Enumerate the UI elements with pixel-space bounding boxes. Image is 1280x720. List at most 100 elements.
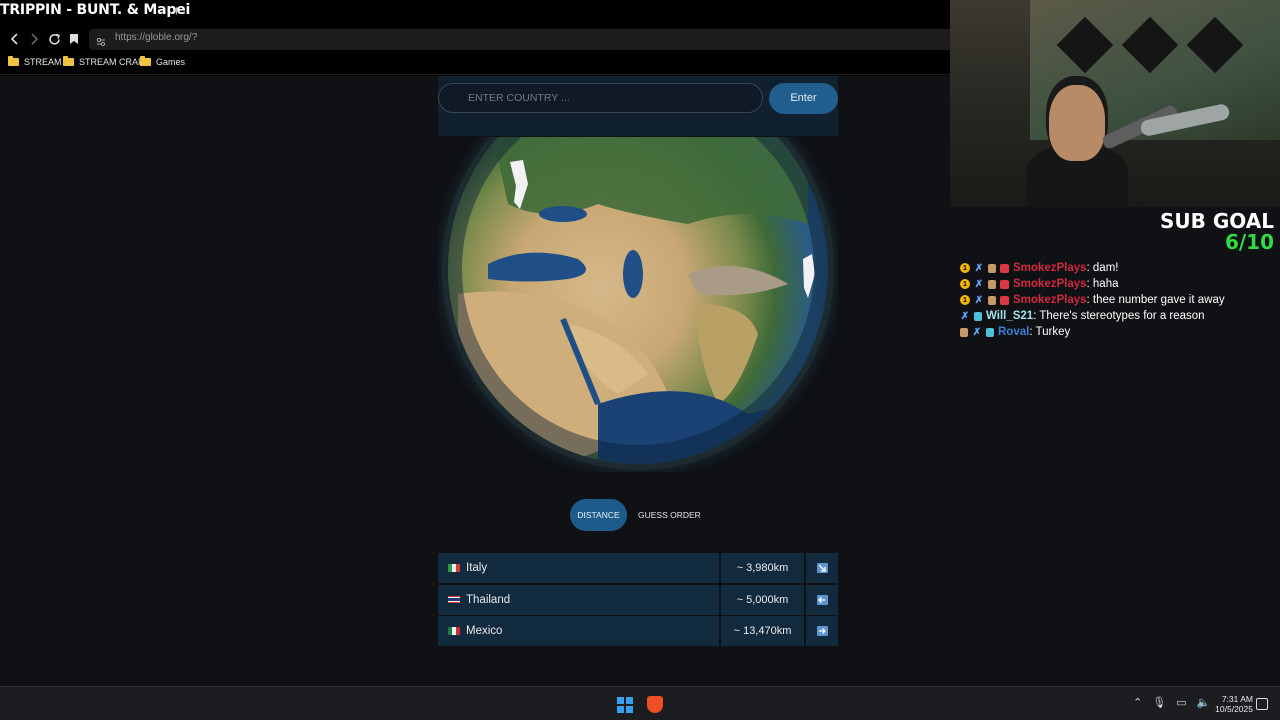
page-background [950,440,1280,686]
folder-icon [140,56,151,66]
taskbar: ⌃ 🎙 ▭ 🔈 7:31 AM 10/5/2025 [0,686,1280,720]
sword-badge-icon: ✗ [974,262,984,274]
tab-distance[interactable]: DISTANCE [570,499,627,531]
forward-icon[interactable] [25,30,43,48]
sub-badge-icon [960,327,968,337]
chat-text: : haha [1086,278,1119,290]
globe[interactable] [448,137,828,464]
guess-distance: ~ 3,980km [721,553,804,583]
mod-badge-icon [1000,295,1009,305]
chat-text: : dam! [1086,262,1119,274]
guess-country: Thailand [466,593,511,606]
url-text: https://globle.org/? [115,32,198,43]
sword-badge-icon: ✗ [974,278,984,290]
bookmarks-bar: STREAM STREAM CRAP Games [0,53,950,75]
bookmark-icon[interactable] [65,30,83,48]
screen: TRIPPIN - BUNT. & Mapei + https://globle… [0,0,1280,720]
thailand-flag-icon [448,595,460,604]
guess-country: Italy [466,562,488,574]
guess-distance: ~ 5,000km [721,584,804,615]
bookmark-label: STREAM [24,57,62,67]
arrow-left-icon [816,594,828,605]
notification-icon[interactable] [1256,698,1268,710]
clock[interactable]: 7:31 AM 10/5/2025 [1207,694,1253,714]
mod-badge-icon [1000,279,1009,289]
sword-badge-icon: ✗ [960,310,970,322]
chat-user: Roval [998,326,1030,338]
chat-message: 1 ✗ SmokezPlays: dam! [960,260,1278,276]
arrow-right-icon [816,626,828,636]
mexico-flag-icon [448,627,460,635]
chat-message: 1 ✗ SmokezPlays: thee number gave it awa… [960,292,1278,308]
guess-row: Mexico ~ 13,470km [438,616,838,648]
microphone-icon[interactable]: 🎙 [1152,696,1166,709]
system-tray: ⌃ 🎙 ▭ 🔈 [1133,696,1210,709]
bookmark-label: STREAM CRAP [79,57,145,67]
chat-text: : There's stereotypes for a reason [1033,310,1205,322]
brave-browser-icon[interactable] [647,696,663,713]
clock-date: 10/5/2025 [1215,704,1253,714]
guess-list: Italy ~ 3,980km Thailand ~ 5,000km Mexic… [438,553,838,648]
sub-goal-count: 6/10 [1224,230,1274,254]
chat-message: ✗ Will_S21: There's stereotypes for a re… [960,308,1278,324]
bookmark-stream[interactable]: STREAM [8,56,62,67]
bookmark-games[interactable]: Games [140,56,186,67]
bookmark-label: Games [156,57,186,67]
sub-badge-icon [988,279,996,289]
sword-badge-icon: ✗ [972,326,982,338]
arrow-down-right-icon [816,563,828,573]
guess-country-cell: Thailand [438,584,719,615]
site-settings-icon[interactable] [96,34,106,52]
stream-overlay: SUB GOAL 6/10 1 ✗ SmokezPlays: dam! 1 ✗ … [950,207,1280,440]
webcam-feed [950,0,1280,207]
country-input[interactable]: ENTER COUNTRY ... [438,83,763,113]
chat-user: SmokezPlays [1013,262,1087,274]
folder-icon [63,56,74,66]
chat-text: : thee number gave it away [1086,294,1225,306]
guess-form: ENTER COUNTRY ... Enter [438,76,838,136]
guess-row: Thailand ~ 5,000km [438,584,838,617]
sword-badge-icon: ✗ [974,294,984,306]
browser-nav-bar: https://globle.org/? [0,26,950,53]
clock-time: 7:31 AM [1221,694,1253,704]
folder-icon [8,56,19,66]
chat-user: Will_S21 [986,310,1034,322]
tab-guess-order[interactable]: GUESS ORDER [638,499,701,531]
vip-badge-icon [986,327,994,337]
guess-distance: ~ 13,470km [721,616,804,646]
chat-message: ✗ Roval: Turkey [960,324,1278,340]
globe-viewport[interactable] [438,137,838,472]
guess-country: Mexico [466,625,503,637]
chevron-up-icon[interactable]: ⌃ [1133,696,1142,709]
chat-message: 1 ✗ SmokezPlays: haha [960,276,1278,292]
reload-icon[interactable] [45,30,63,48]
sub-goal-label: SUB GOAL [1160,209,1274,233]
guess-direction [806,616,838,646]
guess-direction [806,553,838,583]
guess-country-cell: Italy [438,553,719,583]
result-tabs: DISTANCE GUESS ORDER [570,499,710,531]
streamer-face [1049,85,1105,161]
back-icon[interactable] [6,30,24,48]
network-icon[interactable]: ▭ [1176,696,1186,709]
windows-start-icon[interactable] [617,697,633,713]
gift-badge-icon: 1 [960,295,970,305]
sub-badge-icon [988,263,996,273]
chat-log: 1 ✗ SmokezPlays: dam! 1 ✗ SmokezPlays: h… [960,260,1278,340]
chat-user: SmokezPlays [1013,278,1087,290]
new-tab-button[interactable]: + [172,3,181,20]
guess-country-cell: Mexico [438,616,719,646]
sub-goal: SUB GOAL 6/10 [1160,211,1274,253]
gift-badge-icon: 1 [960,263,970,273]
guess-row: Italy ~ 3,980km [438,553,838,585]
address-bar[interactable]: https://globle.org/? [89,29,950,50]
browser-tab-bar: TRIPPIN - BUNT. & Mapei + [0,0,950,26]
sub-badge-icon [974,311,982,321]
sub-badge-icon [988,295,996,305]
globle-page: ENTER COUNTRY ... Enter DISTANCE GUESS O… [0,76,950,686]
guess-direction [806,584,838,615]
enter-button[interactable]: Enter [769,83,838,114]
bookmark-stream-crap[interactable]: STREAM CRAP [63,56,145,67]
chat-user: SmokezPlays [1013,294,1087,306]
chat-text: : Turkey [1029,326,1071,338]
